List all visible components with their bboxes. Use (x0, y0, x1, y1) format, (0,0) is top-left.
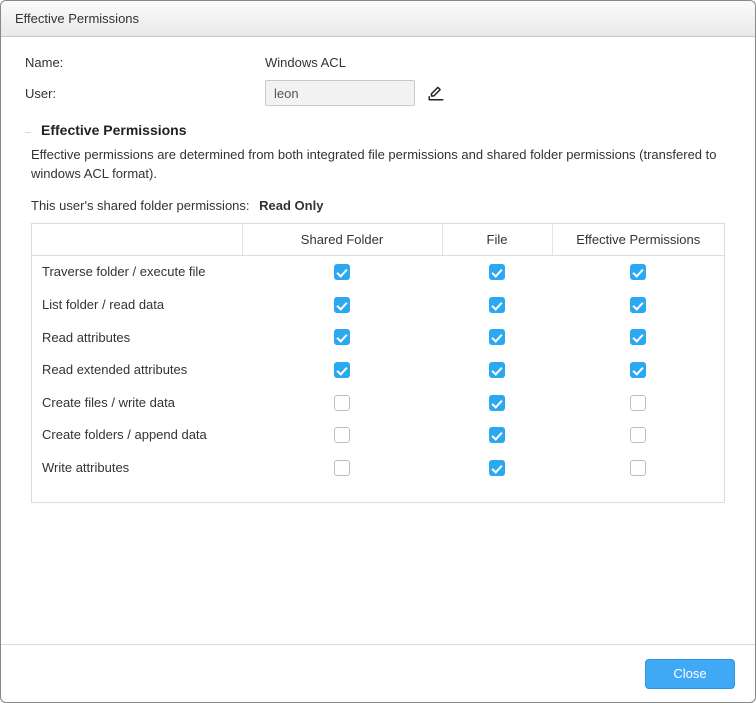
permission-cell-shared-folder (242, 451, 442, 484)
titlebar: Effective Permissions (1, 1, 755, 37)
permission-cell-effective (552, 419, 724, 452)
permission-cell-shared-folder (242, 419, 442, 452)
fieldset-legend: Effective Permissions (31, 122, 731, 138)
permission-cell-shared-folder (242, 321, 442, 354)
user-input[interactable] (265, 80, 415, 106)
permission-cell-effective (552, 451, 724, 484)
col-header-effective: Effective Permissions (552, 224, 724, 256)
table-row: Write attributes (32, 451, 724, 484)
description-text: Effective permissions are determined fro… (31, 146, 725, 184)
user-label: User: (25, 86, 265, 101)
permissions-table: Shared Folder File Effective Permissions… (32, 224, 724, 484)
checkbox-checked-icon (489, 264, 505, 280)
checkbox-checked-icon (630, 329, 646, 345)
permission-name: Create folders / append data (32, 419, 242, 452)
permission-cell-effective (552, 321, 724, 354)
user-row: User: (25, 80, 731, 106)
permission-cell-file (442, 386, 552, 419)
checkbox-unchecked-icon (334, 460, 350, 476)
checkbox-checked-icon (630, 362, 646, 378)
table-row: Read attributes (32, 321, 724, 354)
table-row: Traverse folder / execute file (32, 255, 724, 288)
checkbox-checked-icon (630, 297, 646, 313)
permission-cell-shared-folder (242, 288, 442, 321)
effective-permissions-fieldset: Effective Permissions Effective permissi… (25, 122, 731, 644)
close-button[interactable]: Close (645, 659, 735, 689)
shared-permission-line: This user's shared folder permissions: R… (31, 198, 725, 213)
permission-cell-file (442, 419, 552, 452)
shared-permission-value: Read Only (259, 198, 323, 213)
checkbox-checked-icon (489, 297, 505, 313)
permission-name: Traverse folder / execute file (32, 255, 242, 288)
table-row: List folder / read data (32, 288, 724, 321)
checkbox-checked-icon (489, 460, 505, 476)
col-header-shared-folder: Shared Folder (242, 224, 442, 256)
permission-name: List folder / read data (32, 288, 242, 321)
checkbox-checked-icon (489, 427, 505, 443)
checkbox-checked-icon (334, 362, 350, 378)
permission-name: Create files / write data (32, 386, 242, 419)
dialog-footer: Close (1, 644, 755, 702)
permission-cell-shared-folder (242, 255, 442, 288)
permissions-table-container: Shared Folder File Effective Permissions… (31, 223, 725, 503)
permission-cell-effective (552, 288, 724, 321)
table-row: Read extended attributes (32, 353, 724, 386)
checkbox-unchecked-icon (630, 460, 646, 476)
checkbox-unchecked-icon (630, 427, 646, 443)
checkbox-checked-icon (489, 362, 505, 378)
permission-cell-file (442, 288, 552, 321)
permission-name: Write attributes (32, 451, 242, 484)
col-header-name (32, 224, 242, 256)
permission-cell-file (442, 255, 552, 288)
permission-cell-shared-folder (242, 353, 442, 386)
fieldset-body: Effective permissions are determined fro… (25, 138, 731, 644)
table-row: Create files / write data (32, 386, 724, 419)
checkbox-unchecked-icon (630, 395, 646, 411)
checkbox-unchecked-icon (334, 395, 350, 411)
col-header-file: File (442, 224, 552, 256)
name-row: Name: Windows ACL (25, 55, 731, 70)
dialog-content: Name: Windows ACL User: Effective Permis… (1, 37, 755, 644)
dialog-window: Effective Permissions Name: Windows ACL … (0, 0, 756, 703)
checkbox-checked-icon (334, 264, 350, 280)
permission-cell-file (442, 451, 552, 484)
permission-name: Read extended attributes (32, 353, 242, 386)
checkbox-checked-icon (630, 264, 646, 280)
window-title: Effective Permissions (15, 11, 139, 26)
checkbox-checked-icon (334, 297, 350, 313)
checkbox-checked-icon (489, 329, 505, 345)
table-row: Create folders / append data (32, 419, 724, 452)
edit-user-button[interactable] (425, 82, 447, 104)
permission-cell-effective (552, 255, 724, 288)
checkbox-checked-icon (489, 395, 505, 411)
name-value: Windows ACL (265, 55, 346, 70)
shared-permission-label: This user's shared folder permissions: (31, 198, 250, 213)
permission-cell-effective (552, 353, 724, 386)
permission-name: Read attributes (32, 321, 242, 354)
permission-cell-file (442, 353, 552, 386)
permission-cell-file (442, 321, 552, 354)
permission-cell-effective (552, 386, 724, 419)
permissions-table-scroll[interactable]: Shared Folder File Effective Permissions… (32, 224, 724, 502)
checkbox-unchecked-icon (334, 427, 350, 443)
edit-icon (427, 84, 445, 102)
checkbox-checked-icon (334, 329, 350, 345)
permission-cell-shared-folder (242, 386, 442, 419)
name-label: Name: (25, 55, 265, 70)
